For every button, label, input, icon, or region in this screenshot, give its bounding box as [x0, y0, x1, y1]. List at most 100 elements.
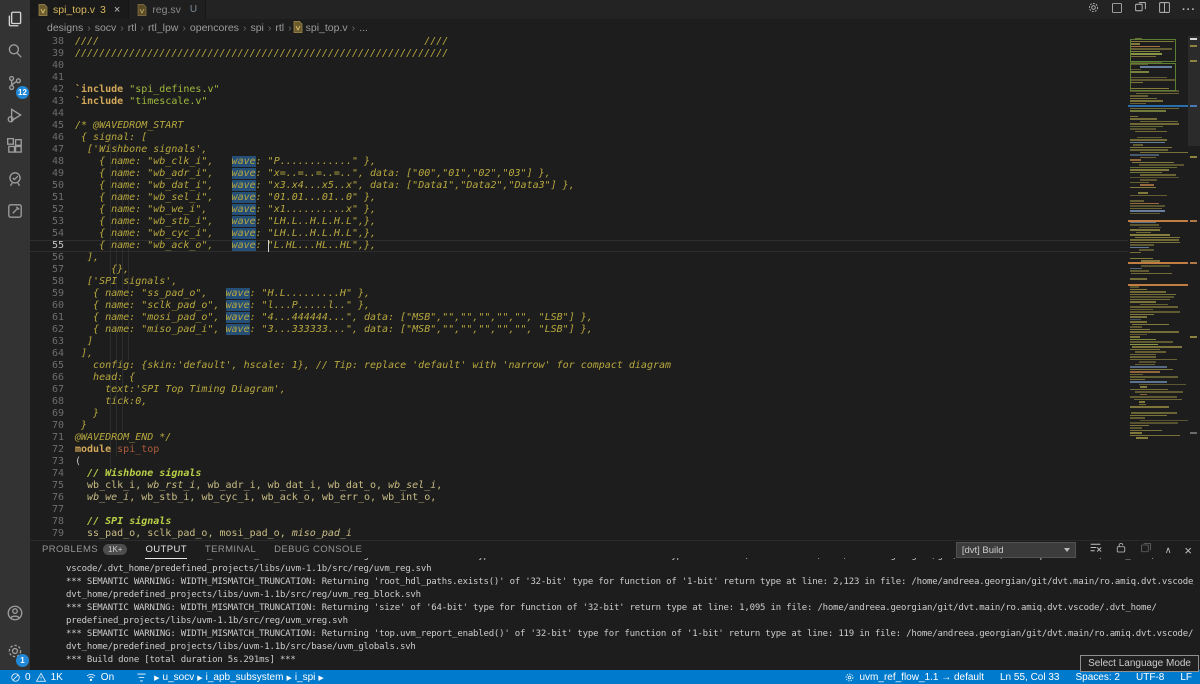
- tab-output[interactable]: OUTPUT: [145, 541, 186, 559]
- code-line[interactable]: 73(: [30, 456, 1128, 468]
- maximize-panel-icon[interactable]: ∧: [1165, 545, 1172, 556]
- code-line[interactable]: 48 { name: "wb_clk_i", wave: "P.........…: [30, 156, 1128, 168]
- breadcrumb-item[interactable]: spi_top.v: [306, 22, 348, 34]
- design-hierarchy[interactable]: ▶u_socv▶i_apb_subsystem▶i_spi▶: [136, 672, 327, 683]
- dvt-notes-icon[interactable]: [0, 196, 30, 226]
- run-debug-icon[interactable]: [0, 100, 30, 130]
- tab-problems[interactable]: PROBLEMS 1K+: [42, 541, 127, 558]
- account-icon[interactable]: [0, 598, 30, 628]
- cursor-position[interactable]: Ln 55, Col 33: [1000, 672, 1060, 683]
- tab-reg-sv[interactable]: reg.sv U: [129, 0, 206, 19]
- code-line[interactable]: 41: [30, 72, 1128, 84]
- code-line[interactable]: 49 { name: "wb_adr_i", wave: "x=..=..=..…: [30, 168, 1128, 180]
- close-icon[interactable]: ×: [114, 4, 120, 16]
- output-channel-select[interactable]: [dvt] Build: [956, 542, 1076, 558]
- code-line[interactable]: 72module spi_top: [30, 444, 1128, 456]
- breadcrumb-item[interactable]: opencores: [190, 22, 239, 34]
- code-editor[interactable]: 38//// ////39///////////////////////////…: [30, 36, 1128, 540]
- breadcrumb-item[interactable]: rtl: [128, 22, 137, 34]
- minimap[interactable]: [1128, 36, 1188, 540]
- output-line: *** SEMANTIC WARNING: WIDTH_MISMATCH_TRU…: [66, 628, 1194, 641]
- code-line[interactable]: 43`include "timescale.v": [30, 96, 1128, 108]
- breadcrumb-item[interactable]: spi: [250, 22, 263, 34]
- scrollbar-thumb[interactable]: [1188, 36, 1200, 146]
- code-line[interactable]: 54 { name: "wb_cyc_i", wave: "LH.L..H.L.…: [30, 228, 1128, 240]
- code-line[interactable]: 77: [30, 504, 1128, 516]
- code-line[interactable]: 39//////////////////////////////////////…: [30, 48, 1128, 60]
- code-line[interactable]: 44: [30, 108, 1128, 120]
- line-number: 47: [30, 144, 75, 156]
- code-line[interactable]: 53 { name: "wb_stb_i", wave: "LH.L..H.L.…: [30, 216, 1128, 228]
- code-line[interactable]: 55 { name: "wb_ack_o", wave: "L.HL...HL.…: [30, 240, 1128, 252]
- code-line[interactable]: 60 { name: "sclk_pad_o", wave: "l...P...…: [30, 300, 1128, 312]
- code-line[interactable]: 45/* @WAVEDROM_START: [30, 120, 1128, 132]
- code-line[interactable]: 71@WAVEDROM_END */: [30, 432, 1128, 444]
- code-line[interactable]: 76 wb_we_i, wb_stb_i, wb_cyc_i, wb_ack_o…: [30, 492, 1128, 504]
- tab-debug-console[interactable]: DEBUG CONSOLE: [274, 541, 362, 558]
- settings-gear-icon[interactable]: [1087, 1, 1100, 19]
- editor-scrollbar[interactable]: [1188, 36, 1200, 540]
- code-line[interactable]: 38//// ////: [30, 36, 1128, 48]
- search-icon[interactable]: [0, 36, 30, 66]
- dvt-verification-icon[interactable]: [0, 164, 30, 194]
- split-editor-icon[interactable]: [1158, 1, 1171, 19]
- code-text: tick:0,: [75, 396, 147, 408]
- hierarchy-item[interactable]: u_socv: [163, 672, 195, 683]
- code-line[interactable]: 69 }: [30, 408, 1128, 420]
- close-panel-icon[interactable]: ×: [1184, 544, 1192, 557]
- hierarchy-item[interactable]: i_spi: [295, 672, 316, 683]
- code-line[interactable]: 58 ['SPI signals',: [30, 276, 1128, 288]
- eol-sequence[interactable]: LF: [1180, 672, 1192, 683]
- code-line[interactable]: 62 { name: "miso_pad_i", wave: "3...3333…: [30, 324, 1128, 336]
- code-line[interactable]: 46 { signal: [: [30, 132, 1128, 144]
- dvt-flow-status[interactable]: uvm_ref_flow_1.1 → default: [844, 672, 984, 683]
- code-line[interactable]: 57 {},: [30, 264, 1128, 276]
- encoding[interactable]: UTF-8: [1136, 672, 1164, 683]
- tab-spi-top[interactable]: spi_top.v 3 ×: [30, 0, 129, 19]
- code-line[interactable]: 79 ss_pad_o, sclk_pad_o, mosi_pad_o, mis…: [30, 528, 1128, 540]
- code-token: : "LH.L..H.L.H.L",},: [256, 228, 376, 239]
- code-line[interactable]: 74 // Wishbone signals: [30, 468, 1128, 480]
- code-line[interactable]: 40: [30, 60, 1128, 72]
- code-line[interactable]: 42`include "spi_defines.v": [30, 84, 1128, 96]
- code-line[interactable]: 47 ['Wishbone signals',: [30, 144, 1128, 156]
- code-line[interactable]: 61 { name: "mosi_pad_o", wave: "4...4444…: [30, 312, 1128, 324]
- code-line[interactable]: 63 ]: [30, 336, 1128, 348]
- hierarchy-arrow-icon: ▶: [286, 675, 291, 682]
- code-line[interactable]: 78 // SPI signals: [30, 516, 1128, 528]
- breadcrumb-item[interactable]: ...: [359, 22, 368, 34]
- code-line[interactable]: 75 wb_clk_i, wb_rst_i, wb_adr_i, wb_dat_…: [30, 480, 1128, 492]
- split-panel-icon[interactable]: [1140, 541, 1152, 559]
- breadcrumb-item[interactable]: designs: [47, 22, 83, 34]
- more-actions-icon[interactable]: ···: [1182, 4, 1196, 16]
- indentation[interactable]: Spaces: 2: [1076, 672, 1120, 683]
- tab-terminal[interactable]: TERMINAL: [205, 541, 256, 558]
- problems-status[interactable]: 0 1K: [10, 672, 63, 683]
- code-line[interactable]: 50 { name: "wb_dat_i", wave: "x3.x4...x5…: [30, 180, 1128, 192]
- breadcrumb-item[interactable]: socv: [95, 22, 117, 34]
- code-line[interactable]: 59 { name: "ss_pad_o", wave: "H.L.......…: [30, 288, 1128, 300]
- code-line[interactable]: 52 { name: "wb_we_i", wave: "x1.........…: [30, 204, 1128, 216]
- clear-output-icon[interactable]: [1089, 541, 1102, 559]
- code-line[interactable]: 70 }: [30, 420, 1128, 432]
- code-text: wb_we_i, wb_stb_i, wb_cyc_i, wb_ack_o, w…: [75, 492, 436, 504]
- explorer-icon[interactable]: [0, 4, 30, 34]
- lock-icon[interactable]: [1115, 541, 1127, 559]
- code-token: { name: "wb_ack_o",: [75, 240, 232, 251]
- code-line[interactable]: 67 text:'SPI Top Timing Diagram',: [30, 384, 1128, 396]
- code-line[interactable]: 66 head: {: [30, 372, 1128, 384]
- hierarchy-item[interactable]: i_apb_subsystem: [206, 672, 284, 683]
- dvt-connection-status[interactable]: On: [85, 672, 114, 683]
- code-line[interactable]: 56 ],: [30, 252, 1128, 264]
- extensions-icon[interactable]: [0, 132, 30, 162]
- settings-gear-icon[interactable]: 1: [0, 636, 30, 666]
- breadcrumb-item[interactable]: rtl_lpw: [148, 22, 178, 34]
- code-line[interactable]: 68 tick:0,: [30, 396, 1128, 408]
- open-preview-icon[interactable]: [1134, 1, 1147, 19]
- code-line[interactable]: 64 ],: [30, 348, 1128, 360]
- layout-icon[interactable]: [1111, 1, 1123, 19]
- code-line[interactable]: 51 { name: "wb_sel_i", wave: "01.01...01…: [30, 192, 1128, 204]
- code-line[interactable]: 65 config: {skin:'default', hscale: 1}, …: [30, 360, 1128, 372]
- breadcrumb-item[interactable]: rtl: [275, 22, 284, 34]
- source-control-icon[interactable]: 12: [0, 68, 30, 98]
